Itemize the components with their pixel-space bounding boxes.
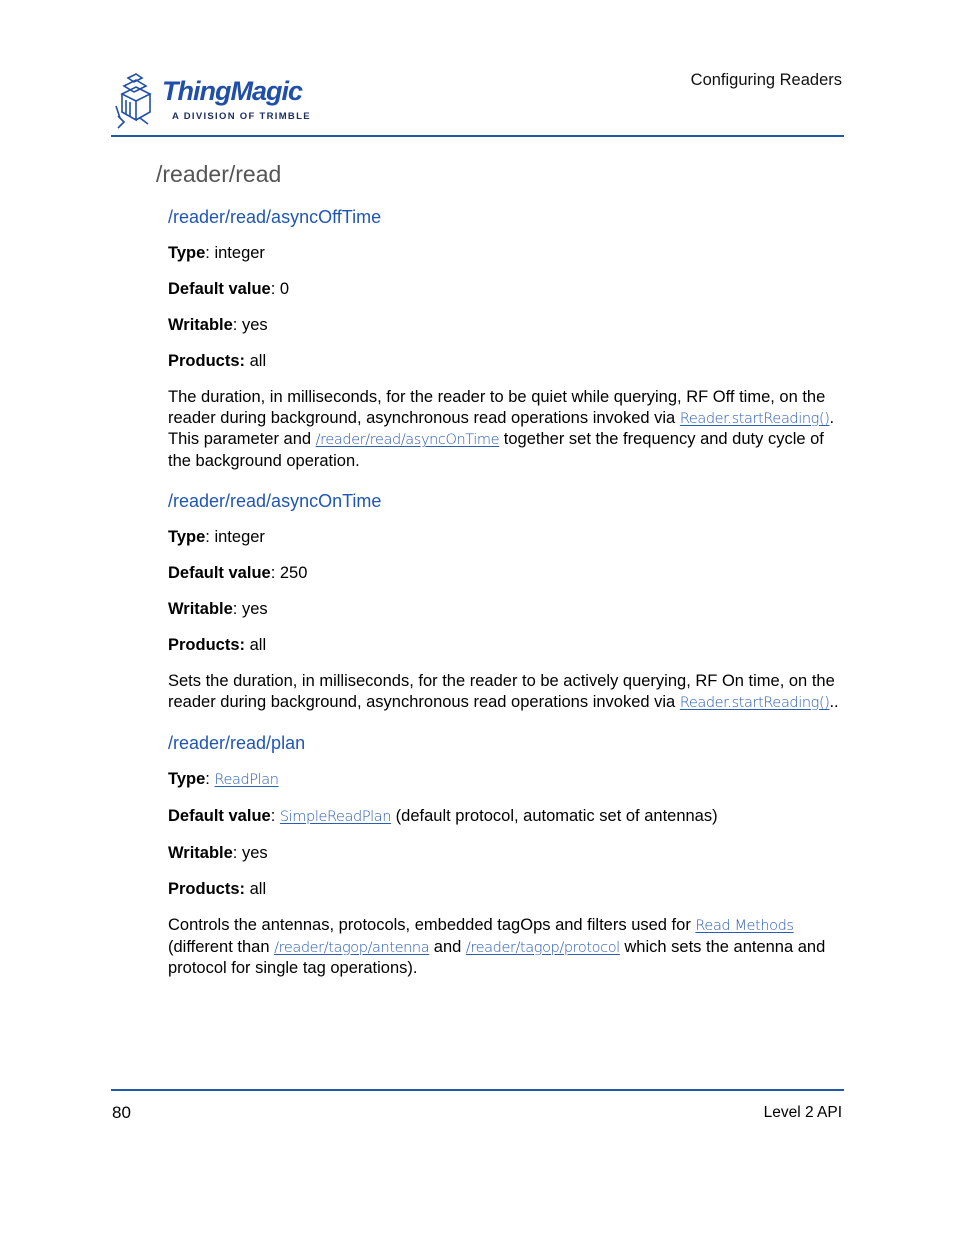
readplan-link[interactable]: ReadPlan [214,772,278,788]
type-label: Type [168,528,206,546]
description-text: and [429,937,466,956]
products-label: Products: [168,352,246,370]
type-label: Type [168,244,206,262]
type-value: integer [214,528,265,546]
asyncontime-link[interactable]: /reader/read/asyncOnTime [316,432,500,448]
default-label: Default value [168,280,271,298]
content: /reader/read/asyncOffTime Type: integer … [168,205,840,997]
products-value: all [249,880,267,898]
param-section-asyncontime: /reader/read/asyncOnTime Type: integer D… [168,489,840,713]
products-field: Products: all [168,351,840,372]
description: Sets the duration, in milliseconds, for … [168,671,840,713]
page-number: 80 [112,1103,131,1122]
param-heading: /reader/read/plan [168,733,306,753]
param-heading: /reader/read/asyncOffTime [168,207,382,227]
chapter-title: Configuring Readers [690,71,842,89]
default-value: 0 [279,280,290,298]
thingmagic-logo: ThingMagic A DIVISION OF TRIMBLE [114,72,314,132]
description: Controls the antennas, protocols, embedd… [168,915,840,979]
writable-value: yes [241,316,268,334]
products-field: Products: all [168,635,840,656]
description-text: (different than [168,937,275,956]
default-field: Default value: 0 [168,280,290,298]
type-value: integer [214,244,265,262]
footer-divider [111,1089,844,1091]
writable-label: Writable [168,600,233,618]
header-divider [111,135,844,137]
default-field: Default value: SimpleReadPlan (default p… [168,807,718,825]
tagop-protocol-link[interactable]: /reader/tagop/protocol [466,940,620,956]
simplereadplan-link[interactable]: SimpleReadPlan [280,809,392,825]
param-heading: /reader/read/asyncOnTime [168,491,382,511]
thingmagic-cube-icon [115,73,152,129]
products-label: Products: [168,636,246,654]
products-value: all [249,352,267,370]
description: The duration, in milliseconds, for the r… [168,387,840,471]
reader-startreading-link[interactable]: Reader.startReading() [680,411,830,427]
logo-tagline: A DIVISION OF TRIMBLE [172,111,311,122]
default-label: Default value [168,807,271,825]
default-suffix: (default protocol, automatic set of ante… [391,807,718,825]
type-field: Type: integer [168,244,265,262]
type-field: Type: integer [168,528,265,546]
products-label: Products: [168,880,246,898]
reader-startreading-link[interactable]: Reader.startReading() [680,695,830,711]
writable-label: Writable [168,844,233,862]
writable-value: yes [241,600,268,618]
writable-value: yes [241,844,268,862]
param-section-asyncofftime: /reader/read/asyncOffTime Type: integer … [168,205,840,471]
description-text: Controls the antennas, protocols, embedd… [168,916,696,934]
param-section-plan: /reader/read/plan Type: ReadPlan Default… [168,731,840,979]
tagop-antenna-link[interactable]: /reader/tagop/antenna [274,940,429,956]
writable-field: Writable: yes [168,316,268,334]
writable-label: Writable [168,316,233,334]
description-text: .. [829,692,839,711]
writable-field: Writable: yes [168,600,268,618]
type-label: Type [168,770,206,788]
products-field: Products: all [168,879,840,900]
default-label: Default value [168,564,271,582]
products-value: all [249,636,267,654]
default-field: Default value: 250 [168,564,308,582]
writable-field: Writable: yes [168,844,268,862]
section-title: /reader/read [156,161,282,187]
type-field: Type: ReadPlan [168,770,279,788]
default-value: 250 [279,564,308,582]
logo-brand-text: ThingMagic [162,76,303,106]
footer-title: Level 2 API [763,1104,842,1121]
read-methods-link[interactable]: Read Methods [695,918,794,934]
